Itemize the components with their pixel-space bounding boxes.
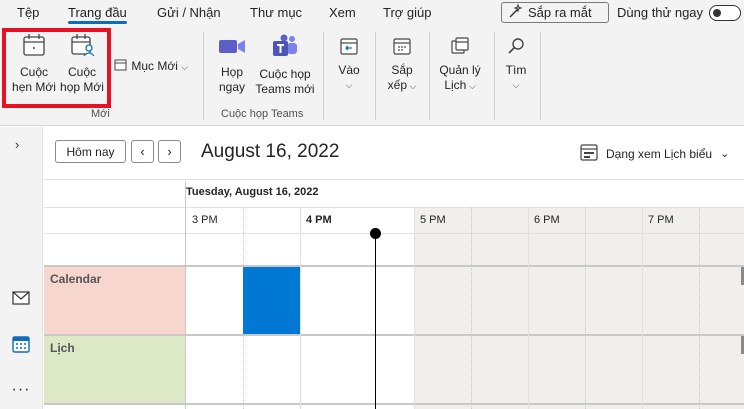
grid-line [44,233,744,234]
find-label: Tìm [505,63,527,77]
hour-label: 3 PM [192,214,218,226]
grid-line [642,207,643,409]
meet-now-label-1: Họp [220,65,243,79]
calendar-header: Hôm nay ‹ › August 16, 2022 Dạng xem Lịc… [44,127,744,180]
tab-send-receive[interactable]: Gửi / Nhận [157,5,221,20]
chevron-down-icon: ⌵ [181,62,189,73]
new-teams-label-2: Teams mới [255,82,315,96]
chevron-down-icon: ⌄ [720,148,730,160]
tab-home[interactable]: Trang đầu [68,5,127,24]
grid-line [185,181,186,409]
grid-line [44,403,744,405]
calendar-row-label[interactable]: Lịch [44,336,185,403]
new-items-button[interactable]: Mục Mới ⌵ [112,58,190,76]
date-title: August 16, 2022 [201,141,340,162]
hour-label: 6 PM [534,214,560,226]
grid-line [528,207,529,409]
try-now-toggle[interactable] [709,5,741,21]
grid-line [414,207,415,409]
chevron-right-icon[interactable]: › [15,137,19,152]
grid-line [44,207,744,208]
divider [494,32,495,120]
chevron-down-icon: ⌵ [466,81,476,91]
day-header: Tuesday, August 16, 2022 [186,186,319,198]
find-button[interactable]: Tìm ⌵ [500,36,532,93]
coming-soon-label: Sắp ra mắt [528,5,592,20]
arrange-button[interactable]: Sắp xếp ⌵ [384,36,420,94]
highlight-box [2,28,111,108]
hour-label: 5 PM [420,214,446,226]
chevron-down-icon: ⌵ [512,80,520,90]
divider [540,32,541,120]
current-time-marker [370,228,381,239]
calendar-nav-icon[interactable] [10,334,32,354]
new-teams-label-1: Cuộc họp [259,67,311,81]
chevron-down-icon: ⌵ [345,80,353,90]
divider [375,32,376,120]
wand-icon [508,3,524,22]
chevron-left-icon: ‹ [140,144,145,159]
schedule-grid: Tuesday, August 16, 2022 3 PM 4 PM 5 PM … [44,181,744,409]
calendar-event[interactable] [243,267,300,334]
chevron-down-icon: ⌵ [407,81,417,91]
arrange-calendar-icon [384,36,420,60]
hour-label: 4 PM [306,214,332,226]
try-now-label: Dùng thử ngay [617,5,704,20]
arrange-label-2: xếp [387,78,408,92]
go-to-button[interactable]: Vào ⌵ [333,36,365,93]
teams-icon [254,34,316,64]
ribbon: Cuộc hẹn Mới Cuộc họp Mới Mục Mới ⌵ Mới … [0,26,744,126]
new-items-label: Mục Mới [131,59,178,74]
grid-line [699,207,700,409]
new-teams-meeting-button[interactable]: Cuộc họp Teams mới [254,34,316,97]
manage-calendars-label-1: Quản lý [439,63,481,77]
go-to-calendar-icon [333,36,365,60]
search-icon [500,36,532,60]
meet-now-button[interactable]: Họp ngay [213,34,251,95]
manage-calendars-button[interactable]: Quản lý Lịch ⌵ [435,36,485,94]
grid-line [585,207,586,409]
grid-line [300,207,301,409]
go-to-label: Vào [338,63,360,77]
view-selector[interactable]: Dạng xem Lịch biểu ⌄ [580,143,729,164]
group-new-label: Mới [91,108,110,120]
divider [203,32,204,120]
view-label: Dạng xem Lịch biểu [606,146,713,161]
menu-bar: Tệp Trang đầu Gửi / Nhận Thư mục Xem Trợ… [0,0,744,26]
manage-calendars-label-2: Lịch [444,78,467,92]
tab-file[interactable]: Tệp [17,5,39,20]
chevron-right-icon: › [167,144,172,159]
tab-view[interactable]: Xem [329,5,356,20]
coming-soon-button[interactable]: Sắp ra mắt [501,2,609,23]
grid-line [471,207,472,409]
schedule-view-icon [580,143,598,164]
mail-icon[interactable] [10,288,32,308]
video-camera-icon [213,34,251,62]
more-icon[interactable]: ··· [10,380,32,400]
manage-calendars-icon [435,36,485,60]
arrange-label-1: Sắp [391,63,413,77]
current-time-line [375,233,376,409]
previous-button[interactable]: ‹ [131,140,154,163]
hour-label: 7 PM [648,214,674,226]
off-hours-area [414,208,744,409]
next-button[interactable]: › [158,140,181,163]
today-button[interactable]: Hôm nay [55,140,126,163]
new-items-icon [112,58,128,76]
meet-now-label-2: ngay [218,80,246,94]
tab-help[interactable]: Trợ giúp [383,5,432,20]
divider [429,32,430,120]
calendar-row-label[interactable]: Calendar [44,267,185,334]
divider [323,32,324,120]
left-rail: › ··· [0,127,43,409]
group-teams-label: Cuộc họp Teams [221,108,304,120]
tab-folder[interactable]: Thư mục [250,5,302,20]
